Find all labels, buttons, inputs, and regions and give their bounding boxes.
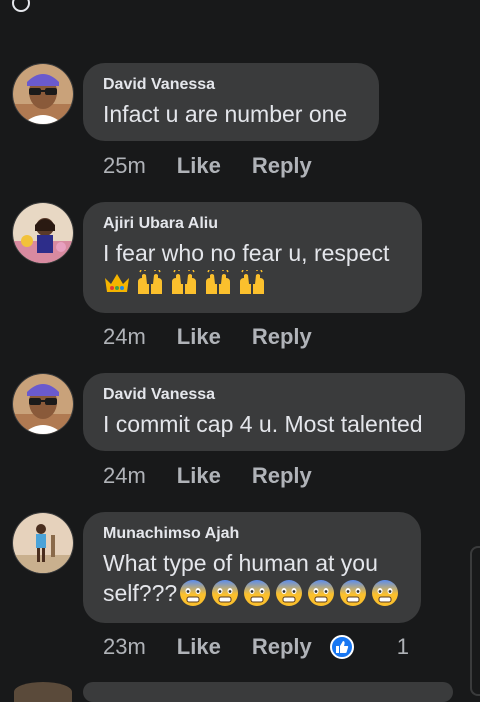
comment-actions: 25m Like Reply [103,153,330,179]
comment-text: I fear who no fear u, respect [103,240,390,266]
raising-hands-emoji-icon [240,270,264,294]
comment-text-line-1: What type of human at you [103,550,378,576]
raising-hands-emoji-icon [206,270,230,294]
like-button[interactable]: Like [177,634,221,660]
thumbs-up-icon [329,635,354,659]
avatar[interactable] [14,682,72,702]
comment-bubble[interactable]: Munachimso Ajah What type of human at yo… [83,512,421,623]
like-button[interactable]: Like [177,153,221,179]
woman-outdoor-avatar-icon [13,203,73,263]
comment-time: 25m [103,153,146,178]
crown-emoji-icon [105,274,129,292]
emoji-row [179,579,399,607]
comment-author[interactable]: Munachimso Ajah [103,524,401,544]
raising-hands-emoji-icon [138,270,162,294]
comment-text: Infact u are number one [103,101,348,127]
previous-comment-cutoff [0,0,480,22]
woman-sunglasses-avatar-icon [13,64,73,124]
comment-author[interactable]: Ajiri Ubara Aliu [103,214,402,234]
woman-sunglasses-avatar-icon [13,374,73,434]
reaction-summary[interactable]: 1 [329,634,440,660]
avatar[interactable] [12,63,74,125]
comment-time: 24m [103,463,146,488]
fearful-face-emoji-icon [276,580,303,606]
child-standing-avatar-icon [13,513,73,573]
avatar[interactable] [12,202,74,264]
comment-actions: 24m Like Reply [103,324,330,350]
fearful-face-emoji-icon [244,580,271,606]
comment-bubble[interactable]: Ajiri Ubara Aliu I fear who no fear u, r… [83,202,422,313]
avatar[interactable] [12,512,74,574]
comment-bubble[interactable]: David Vanessa Infact u are number one [83,63,379,141]
like-button[interactable]: Like [177,463,221,489]
reaction-count: 1 [396,634,409,659]
comment-bubble[interactable] [83,682,453,702]
scrollbar[interactable] [470,546,480,696]
comment-actions: 24m Like Reply [103,463,330,489]
emoji-row [103,270,267,296]
comment-author[interactable]: David Vanessa [103,385,445,405]
fearful-face-emoji-icon [340,580,367,606]
fearful-face-emoji-icon [308,580,335,606]
comment-text-line-2: self??? [103,578,401,608]
like-button[interactable]: Like [177,324,221,350]
fearful-face-emoji-icon [212,580,239,606]
comment-actions: 23m Like Reply 1 [103,634,440,660]
raising-hands-emoji-icon [172,270,196,294]
partial-icon [12,0,30,12]
fearful-face-emoji-icon [180,580,207,606]
reply-button[interactable]: Reply [252,324,312,350]
reply-button[interactable]: Reply [252,463,312,489]
fearful-face-emoji-icon [372,580,399,606]
comment-bubble[interactable]: David Vanessa I commit cap 4 u. Most tal… [83,373,465,451]
comment-text: I commit cap 4 u. Most talented [103,411,423,437]
comment-text-line-2-words: self??? [103,580,178,606]
reply-button[interactable]: Reply [252,634,312,660]
comment-time: 24m [103,324,146,349]
comment-author[interactable]: David Vanessa [103,75,359,95]
reply-button[interactable]: Reply [252,153,312,179]
avatar[interactable] [12,373,74,435]
comment-time: 23m [103,634,146,659]
